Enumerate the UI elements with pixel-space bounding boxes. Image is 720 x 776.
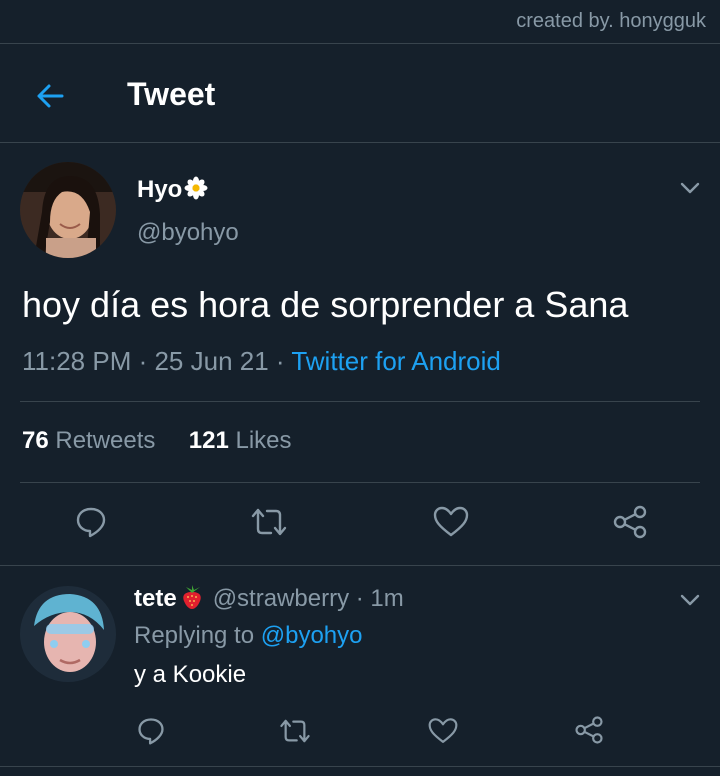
top-divider [0, 43, 720, 44]
chevron-down-icon[interactable] [678, 176, 702, 200]
reply-chevron-down-icon[interactable] [678, 588, 702, 612]
daisy-flower-icon [184, 176, 208, 200]
reply-handle[interactable]: @strawberry [213, 585, 349, 612]
display-name-text: Hyo [137, 176, 183, 203]
meta-divider [20, 401, 700, 402]
replying-to-mention[interactable]: @byohyo [261, 622, 363, 649]
replying-to: Replying to @byohyo [134, 622, 363, 650]
tweet-text: hoy día es hora de sorprender a Sana [22, 284, 629, 325]
watermark: created by. honygguk [516, 10, 706, 32]
tweet-time: 11:28 PM [22, 346, 132, 376]
bottom-divider [0, 766, 720, 767]
display-name[interactable]: Hyo [137, 176, 208, 204]
reply-icon[interactable] [74, 505, 108, 539]
reply-retweet-icon[interactable] [278, 716, 312, 746]
likes-label: Likes [235, 427, 292, 454]
retweets-label: Retweets [55, 427, 156, 454]
page-title: Tweet [127, 76, 216, 112]
reply-share-icon[interactable] [574, 715, 604, 745]
tweet-date: 25 Jun 21 [154, 346, 269, 376]
stats-divider [20, 482, 700, 483]
share-icon[interactable] [612, 505, 648, 539]
replying-to-prefix: Replying to [134, 622, 255, 649]
arrow-left-icon[interactable] [32, 78, 68, 114]
reply-header: tete @strawberry · 1m [134, 585, 404, 612]
reply-like-icon[interactable] [428, 717, 458, 745]
likes-count: 121 [188, 427, 229, 454]
retweets-stat[interactable]: 76 Retweets [22, 427, 155, 454]
reply-text: y a Kookie [134, 661, 247, 688]
tweet-stats: 76 Retweets 121 Likes [22, 427, 292, 455]
reply-reply-icon[interactable] [136, 716, 166, 746]
reply-age: 1m [370, 585, 404, 612]
strawberry-icon [182, 585, 201, 609]
actions-divider [0, 565, 720, 566]
header-divider [0, 142, 720, 143]
tweet-source-link[interactable]: Twitter for Android [291, 346, 501, 376]
tweet-meta: 11:28 PM · 25 Jun 21 · Twitter for Andro… [22, 346, 501, 376]
reply-display-name[interactable]: tete [134, 585, 177, 612]
like-icon[interactable] [433, 506, 469, 538]
reply-avatar[interactable] [20, 586, 116, 682]
handle[interactable]: @byohyo [137, 219, 239, 247]
top-bar: Tweet [0, 62, 720, 128]
likes-stat[interactable]: 121 Likes [189, 427, 292, 454]
avatar[interactable] [20, 162, 116, 258]
retweet-icon[interactable] [249, 505, 289, 539]
retweets-count: 76 [22, 427, 49, 454]
